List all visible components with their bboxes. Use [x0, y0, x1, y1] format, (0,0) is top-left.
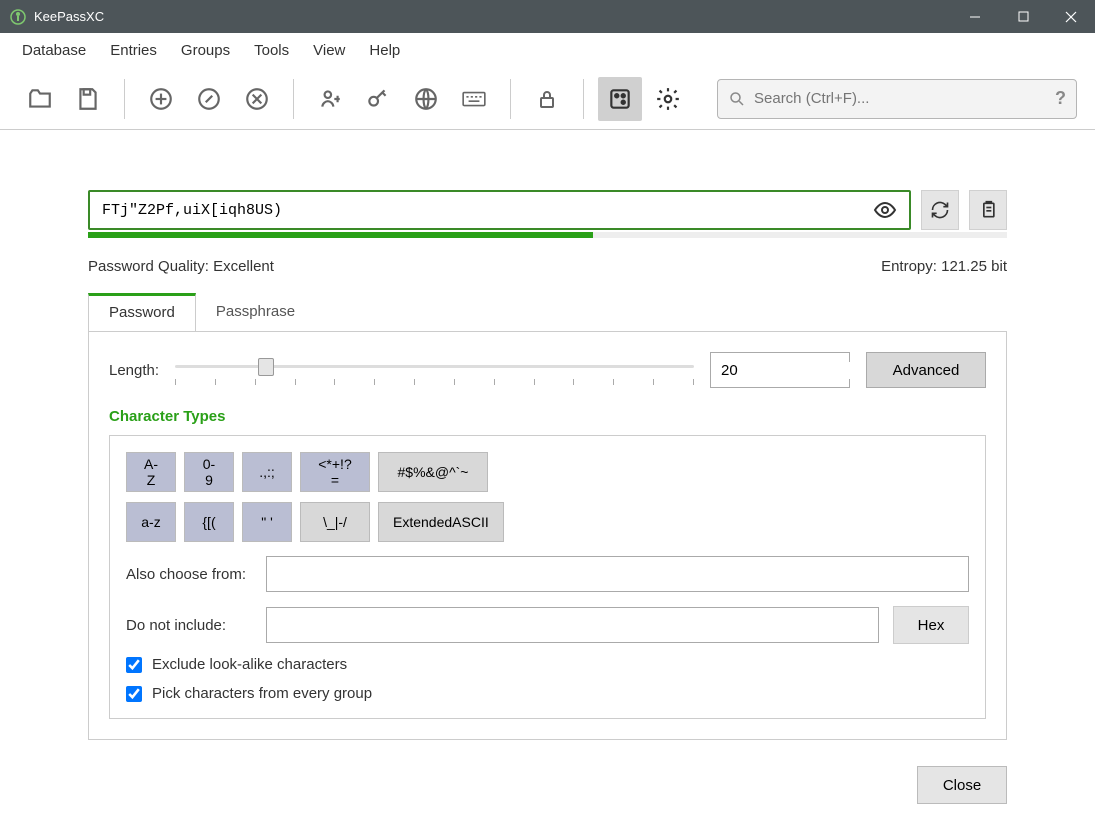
do-not-include-label: Do not include: [126, 617, 252, 634]
chartype-digits[interactable]: 0-9 [184, 452, 234, 492]
chartype-math[interactable]: <*+!?= [300, 452, 370, 492]
copy-url-button[interactable] [404, 77, 448, 121]
delete-entry-button[interactable] [235, 77, 279, 121]
search-input[interactable] [754, 90, 1055, 107]
search-icon [728, 90, 746, 108]
tab-password[interactable]: Password [88, 293, 196, 331]
settings-button[interactable] [646, 77, 690, 121]
search-box[interactable]: ? [717, 79, 1077, 119]
window-title: KeePassXC [34, 9, 951, 24]
chartype-lower[interactable]: a-z [126, 502, 176, 542]
hex-button[interactable]: Hex [893, 606, 969, 644]
maximize-button[interactable] [999, 0, 1047, 33]
save-database-button[interactable] [66, 77, 110, 121]
copy-password-button[interactable] [356, 77, 400, 121]
copy-password-button[interactable] [969, 190, 1007, 230]
menu-help[interactable]: Help [357, 36, 412, 65]
length-slider[interactable] [175, 355, 694, 385]
minimize-button[interactable] [951, 0, 999, 33]
length-spinbox[interactable]: ▲ ▼ [710, 352, 850, 388]
toolbar-separator [293, 79, 294, 119]
regenerate-button[interactable] [921, 190, 959, 230]
menu-view[interactable]: View [301, 36, 357, 65]
menu-entries[interactable]: Entries [98, 36, 169, 65]
search-help-icon[interactable]: ? [1055, 88, 1066, 109]
entropy-label: Entropy: 121.25 bit [881, 258, 1007, 275]
toggle-visibility-button[interactable] [873, 198, 897, 222]
also-choose-input[interactable] [266, 556, 969, 592]
copy-username-button[interactable] [308, 77, 352, 121]
length-label: Length: [109, 362, 159, 379]
close-window-button[interactable] [1047, 0, 1095, 33]
menu-database[interactable]: Database [10, 36, 98, 65]
also-choose-label: Also choose from: [126, 566, 252, 583]
generated-password-field[interactable] [88, 190, 911, 230]
menu-groups[interactable]: Groups [169, 36, 242, 65]
tab-passphrase[interactable]: Passphrase [196, 293, 315, 331]
toolbar-separator [510, 79, 511, 119]
close-button[interactable]: Close [917, 766, 1007, 804]
lock-database-button[interactable] [525, 77, 569, 121]
strength-bar [88, 232, 1007, 238]
chartype-upper[interactable]: A-Z [126, 452, 176, 492]
chartype-punct[interactable]: .,:; [242, 452, 292, 492]
toolbar-separator [583, 79, 584, 119]
character-types-label: Character Types [109, 408, 986, 425]
chartype-slashes[interactable]: \_|-/ [300, 502, 370, 542]
new-entry-button[interactable] [139, 77, 183, 121]
chartype-quotes[interactable]: " ' [242, 502, 292, 542]
edit-entry-button[interactable] [187, 77, 231, 121]
chartype-special[interactable]: #$%&@^`~ [378, 452, 488, 492]
do-not-include-input[interactable] [266, 607, 879, 643]
advanced-button[interactable]: Advanced [866, 352, 986, 388]
chartype-extascii[interactable]: ExtendedASCII [378, 502, 504, 542]
password-generator-button[interactable] [598, 77, 642, 121]
toolbar-separator [124, 79, 125, 119]
titlebar: KeePassXC [0, 0, 1095, 33]
password-quality-label: Password Quality: Excellent [88, 258, 274, 275]
generated-password-input[interactable] [102, 202, 873, 219]
pick-every-group-label: Pick characters from every group [152, 685, 372, 702]
slider-thumb[interactable] [258, 358, 274, 376]
chartype-braces[interactable]: {[( [184, 502, 234, 542]
pick-every-group-checkbox[interactable] [126, 686, 142, 702]
open-database-button[interactable] [18, 77, 62, 121]
autotype-button[interactable] [452, 77, 496, 121]
menubar: Database Entries Groups Tools View Help [0, 33, 1095, 68]
app-icon [10, 9, 26, 25]
toolbar: ? [0, 68, 1095, 130]
exclude-lookalike-label: Exclude look-alike characters [152, 656, 347, 673]
exclude-lookalike-checkbox[interactable] [126, 657, 142, 673]
menu-tools[interactable]: Tools [242, 36, 301, 65]
